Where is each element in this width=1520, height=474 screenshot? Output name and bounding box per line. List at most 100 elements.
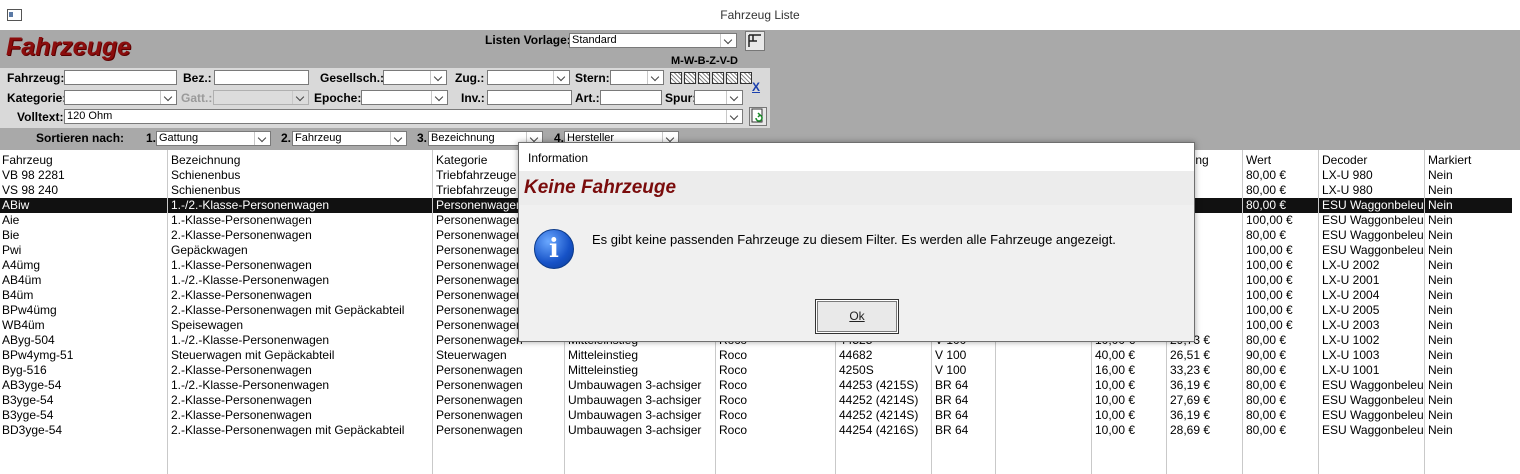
fahrzeug-label: Fahrzeug: — [7, 71, 65, 85]
sort-2-select[interactable]: Fahrzeug — [292, 131, 407, 146]
table-cell: BD3yge-54 — [2, 423, 63, 437]
table-cell: Nein — [1428, 318, 1453, 332]
chevron-down-icon — [292, 91, 308, 104]
table-cell: Roco — [719, 423, 748, 437]
table-cell: 2.-Klasse-Personenwagen — [171, 228, 312, 242]
table-cell: BR 64 — [935, 423, 969, 437]
table-cell: 100,00 € — [1246, 243, 1293, 257]
table-cell: 2.-Klasse-Personenwagen — [171, 393, 312, 407]
checkbox-b[interactable] — [698, 72, 710, 84]
table-cell: Umbauwagen 3-achsiger — [568, 393, 702, 407]
volltext-select[interactable]: 120 Ohm — [64, 109, 743, 124]
epoche-select[interactable] — [361, 90, 448, 105]
table-cell: 36,19 € — [1170, 408, 1211, 422]
checkbox-d[interactable] — [740, 72, 752, 84]
table-cell: Nein — [1428, 333, 1453, 347]
clear-filter-button[interactable]: X — [752, 80, 760, 94]
table-cell: 4250S — [839, 363, 874, 377]
listen-vorlage-select[interactable]: Standard — [569, 33, 737, 48]
table-cell: 80,00 € — [1246, 378, 1287, 392]
table-row[interactable]: BPw4ymg-51 Steuerwagen mit Gepäckabteil St… — [0, 348, 1512, 363]
table-row[interactable]: Byg-516 2.-Klasse-Personenwagen Personenwa… — [0, 363, 1512, 378]
epoche-label: Epoche: — [314, 91, 362, 105]
checkbox-z[interactable] — [712, 72, 724, 84]
table-row[interactable]: BD3yge-54 2.-Klasse-Personenwagen mit Gep… — [0, 423, 1512, 438]
column-divider — [1318, 150, 1319, 474]
table-cell: 2.-Klasse-Personenwagen mit Gepäckabteil — [171, 423, 405, 437]
table-row[interactable]: B3yge-54 2.-Klasse-Personenwagen Personenw… — [0, 408, 1512, 423]
volltext-label: Volltext: — [17, 110, 64, 124]
table-cell: AByg-504 — [2, 333, 55, 347]
stern-select[interactable] — [610, 70, 664, 85]
checkbox-m[interactable] — [670, 72, 682, 84]
table-cell: 1.-/2.-Klasse-Personenwagen — [171, 333, 330, 347]
table-cell: 80,00 € — [1246, 228, 1287, 242]
kategorie-select[interactable] — [64, 90, 177, 105]
table-cell: LX-U 2003 — [1322, 318, 1380, 332]
stern-label: Stern: — [575, 71, 610, 85]
table-cell: VS 98 240 — [2, 183, 59, 197]
table-cell: Roco — [719, 393, 748, 407]
column-header-wert[interactable]: Wert — [1246, 153, 1271, 167]
table-cell: 33,23 € — [1170, 363, 1211, 377]
chevron-down-icon — [431, 91, 447, 104]
column-header-decoder[interactable]: Decoder — [1322, 153, 1367, 167]
chevron-down-icon — [720, 34, 736, 47]
table-row[interactable]: B3yge-54 2.-Klasse-Personenwagen Personenw… — [0, 393, 1512, 408]
table-row[interactable]: AB3yge-54 1.-/2.-Klasse-Personenwagen Pers… — [0, 378, 1512, 393]
gatt-select[interactable] — [213, 90, 309, 105]
gesellsch-select[interactable] — [383, 70, 447, 85]
column-header-markiert[interactable]: Markiert — [1428, 153, 1471, 167]
table-cell: Byg-516 — [2, 363, 47, 377]
table-cell: A4ümg — [2, 258, 41, 272]
table-cell: Roco — [719, 363, 748, 377]
table-cell: 1.-Klasse-Personenwagen — [171, 258, 312, 272]
table-cell: Speisewagen — [171, 318, 244, 332]
column-header-bezeichnung[interactable]: Bezeichnung — [171, 153, 240, 167]
checkbox-w[interactable] — [684, 72, 696, 84]
inv-input[interactable] — [487, 90, 572, 105]
table-cell: Nein — [1428, 213, 1453, 227]
layout-icon[interactable] — [745, 31, 765, 51]
chevron-down-icon — [254, 132, 270, 145]
table-cell: ESU Waggonbeleu — [1322, 378, 1424, 392]
table-cell: Nein — [1428, 288, 1453, 302]
window-title: Fahrzeug Liste — [720, 8, 800, 22]
column-header-fahrzeug[interactable]: Fahrzeug — [2, 153, 53, 167]
art-input[interactable] — [600, 90, 662, 105]
table-cell: Pwi — [2, 243, 22, 257]
table-cell: Nein — [1428, 348, 1453, 362]
table-cell: Nein — [1428, 303, 1453, 317]
table-cell: Nein — [1428, 228, 1453, 242]
table-cell: Personenwagen — [436, 363, 523, 377]
table-cell: 80,00 € — [1246, 393, 1287, 407]
table-cell: B3yge-54 — [2, 408, 54, 422]
header: Fahrzeuge Listen Vorlage: Standard M-W-B… — [0, 30, 1520, 68]
spur-select[interactable] — [694, 90, 743, 105]
table-cell: 80,00 € — [1246, 423, 1287, 437]
checkbox-v[interactable] — [726, 72, 738, 84]
bez-input[interactable] — [214, 70, 309, 85]
art-label: Art.: — [575, 91, 600, 105]
table-cell: 1.-/2.-Klasse-Personenwagen — [171, 198, 330, 212]
window-titlebar: Fahrzeug Liste — [0, 0, 1520, 30]
table-cell: 80,00 € — [1246, 168, 1287, 182]
sort-1-select[interactable]: Gattung — [156, 131, 271, 146]
column-divider — [167, 150, 168, 474]
sort-1-number: 1. — [146, 131, 157, 145]
inv-label: Inv.: — [461, 91, 485, 105]
table-cell: Nein — [1428, 168, 1453, 182]
table-cell: ESU Waggonbeleu — [1322, 423, 1424, 437]
table-cell: WB4üm — [2, 318, 45, 332]
fahrzeug-input[interactable] — [64, 70, 177, 85]
zug-label: Zug.: — [455, 71, 485, 85]
refresh-icon[interactable] — [749, 107, 767, 126]
ok-button[interactable]: Ok — [815, 299, 899, 334]
table-cell: 100,00 € — [1246, 318, 1293, 332]
table-cell: Bie — [2, 228, 20, 242]
table-cell: ESU Waggonbeleu — [1322, 408, 1424, 422]
table-cell: Steuerwagen — [436, 348, 507, 362]
zug-select[interactable] — [487, 70, 570, 85]
column-header-kategorie[interactable]: Kategorie — [436, 153, 487, 167]
column-divider — [1424, 150, 1425, 474]
